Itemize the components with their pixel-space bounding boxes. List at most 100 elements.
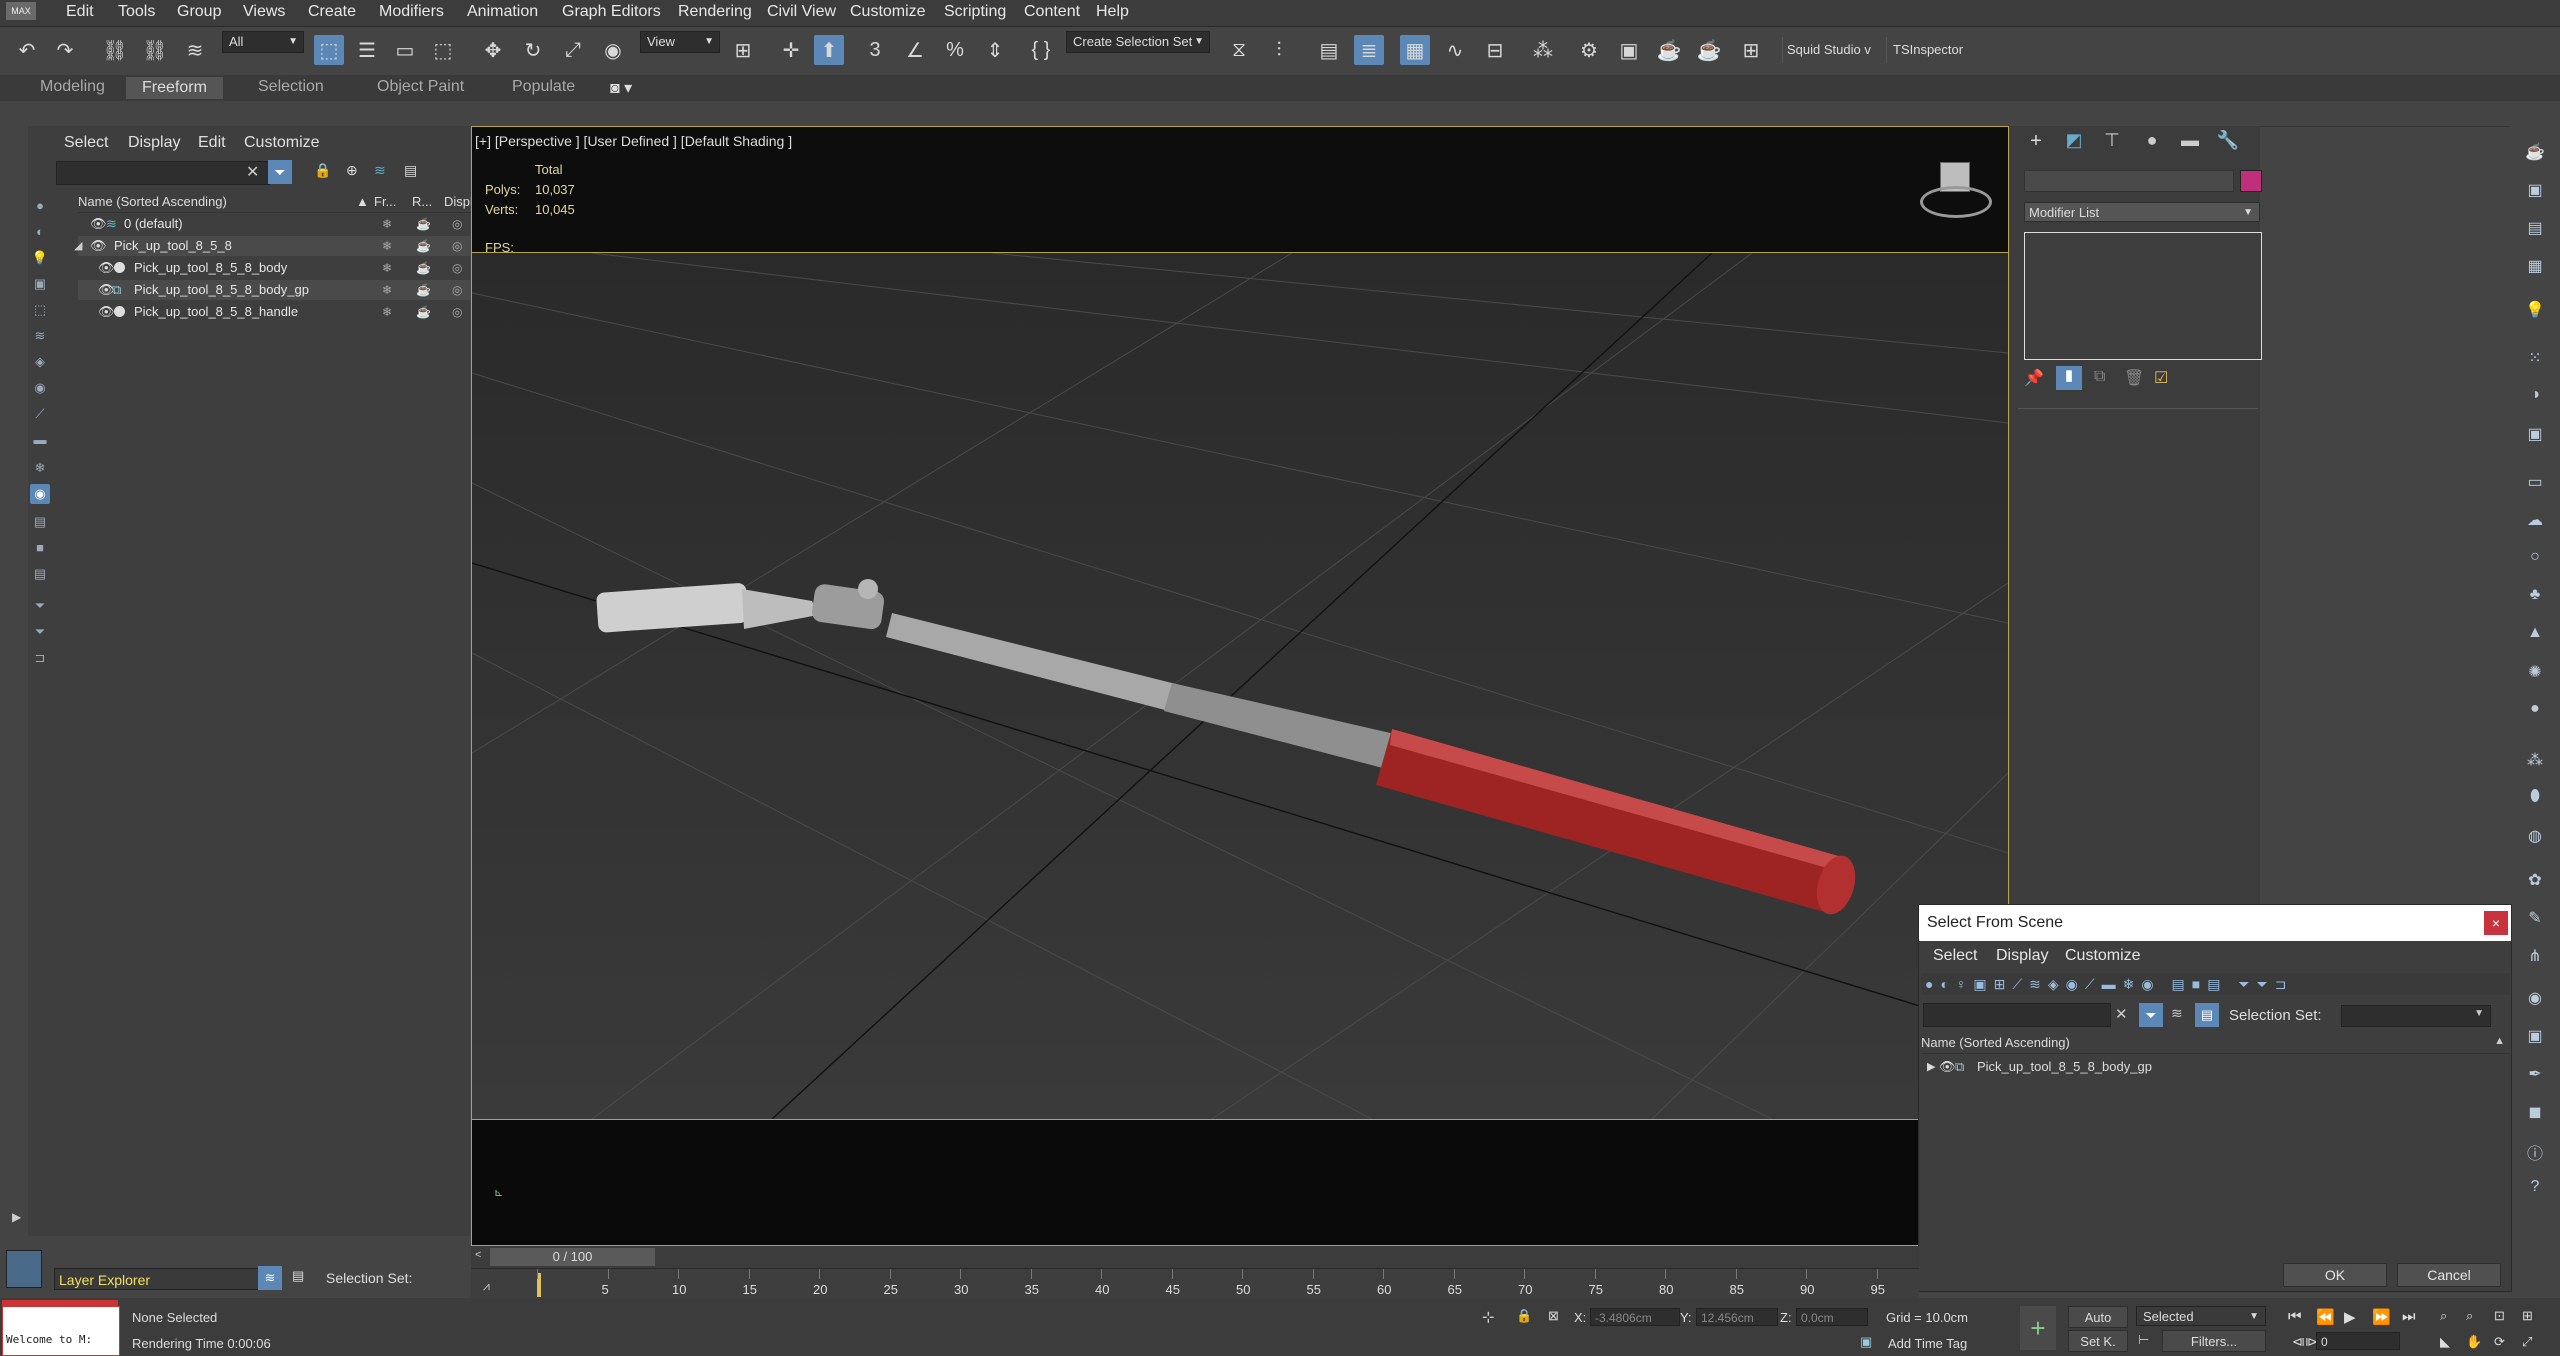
pan-icon[interactable]: ✋ [2466, 1334, 2482, 1350]
table-row[interactable]: ◢ 👁 Pick_up_tool_8_5_8 ❄ ☕ ◎ [74, 236, 488, 256]
sheet-icon[interactable]: ▤ [2524, 218, 2546, 240]
pin-stack-icon[interactable]: 📌 [2024, 368, 2044, 388]
menu-civil-view[interactable]: Civil View [767, 3, 836, 21]
add-time-tag[interactable]: Add Time Tag [1888, 1336, 1967, 1351]
viewport-layout-icon[interactable] [6, 1250, 42, 1288]
object-color-swatch[interactable] [2240, 170, 2262, 192]
sphere-icon[interactable]: ○ [2524, 548, 2546, 570]
modifier-stack[interactable] [2024, 232, 2262, 360]
zoom-all-icon[interactable]: ⌕ [2466, 1308, 2473, 1324]
tab-freeform[interactable]: Freeform [126, 77, 223, 99]
rectangular-selection-icon[interactable]: ▭ [390, 35, 420, 65]
tab-selection[interactable]: Selection [258, 78, 324, 96]
expand-arrow-icon[interactable]: ▶ [12, 1210, 21, 1224]
undo-icon[interactable]: ↶ [12, 35, 42, 65]
show-end-result-icon[interactable]: ▮ [2056, 366, 2082, 390]
utilities-tab-icon[interactable]: 🔧 [2214, 130, 2242, 158]
named-selection-dropdown[interactable]: Create Selection Set ▼ [1066, 31, 1210, 53]
current-frame-field[interactable]: 0 [2316, 1332, 2400, 1350]
freeze-icon[interactable]: ❄ [382, 280, 392, 300]
schematic-view-icon[interactable]: ⊟ [1480, 35, 1510, 65]
orbit-icon[interactable]: ⟳ [2494, 1334, 2505, 1350]
go-to-start-icon[interactable]: ⏮ [2288, 1308, 2302, 1325]
paint-icon[interactable]: ✎ [2524, 908, 2546, 930]
render-teapot-icon[interactable]: ☕ [416, 258, 431, 278]
filter-containers-icon[interactable]: ▬ [30, 430, 50, 450]
scatter-icon[interactable]: ⁙ [2524, 348, 2546, 370]
dialog-clear-search-icon[interactable]: ✕ [2115, 1005, 2128, 1023]
dialog-selection-set-dropdown[interactable]: ▼ [2341, 1005, 2491, 1027]
go-to-end-icon[interactable]: ⏭ [2402, 1308, 2416, 1325]
filter-space-warps-icon[interactable]: ≋ [30, 326, 50, 346]
mirror-icon[interactable]: ⧖ [1224, 35, 1254, 65]
track-bar[interactable]: ⩘ 5 10 15 20 25 30 35 40 45 50 55 60 65 70 75 80 85 90 95 [471, 1268, 1919, 1299]
visibility-eye-icon[interactable]: 👁 [98, 302, 115, 322]
column-render[interactable]: R... [412, 194, 432, 209]
column-frozen[interactable]: Fr... [374, 194, 396, 209]
menu-edit[interactable]: Edit [66, 3, 94, 21]
display-icon[interactable]: ◎ [452, 214, 462, 234]
edit-named-selection-icon[interactable]: { } [1026, 35, 1056, 65]
filter-lights-icon[interactable]: 💡 [30, 248, 50, 268]
table-row[interactable]: 👁 Pick_up_tool_8_5_8_handle ❄ ☕ ◎ [78, 302, 488, 322]
teapot-icon[interactable]: ☕ [2524, 142, 2546, 164]
clear-search-icon[interactable]: ✕ [246, 162, 259, 182]
modify-tab-icon[interactable]: ◩ [2060, 130, 2088, 158]
display-icon[interactable]: ◎ [452, 236, 462, 256]
freeze-icon[interactable]: ❄ [382, 302, 392, 322]
link-icon[interactable]: ⛓ [100, 35, 130, 65]
motion-tab-icon[interactable]: ● [2138, 130, 2166, 158]
object-name-field[interactable] [2024, 170, 2234, 192]
toggle-ribbon-icon[interactable]: ▦ [1400, 35, 1430, 65]
tsinspector-button[interactable]: TSInspector [1886, 37, 1973, 63]
help-icon[interactable]: ? [2524, 1178, 2546, 1200]
key-mode-icon[interactable]: ⧏⧐ [2292, 1334, 2318, 1350]
render-teapot-icon[interactable]: ☕ [416, 280, 431, 300]
curve-editor-mini-icon[interactable]: ⩘ [483, 1279, 490, 1294]
viewport-label[interactable]: [+] [Perspective ] [User Defined ] [Defa… [475, 133, 792, 149]
layers-icon[interactable]: ≋ [374, 162, 386, 179]
set-key-button[interactable]: Set K. [2068, 1330, 2128, 1352]
dropper-icon[interactable]: ✒ [2524, 1064, 2546, 1086]
filter-hidden-icon[interactable]: ◉ [30, 484, 50, 504]
key-selection-dropdown[interactable]: Selected ▼ [2136, 1306, 2266, 1326]
filter-groups-icon[interactable]: ◈ [30, 352, 50, 372]
rendered-frame-window-icon[interactable]: ▣ [1614, 35, 1644, 65]
filter-funnel-2-icon[interactable]: ⏷ [30, 622, 50, 642]
curve-editor-icon[interactable]: ∿ [1440, 35, 1470, 65]
globe-icon[interactable]: ● [2524, 700, 2546, 722]
explorer-menu-display[interactable]: Display [128, 134, 180, 152]
dialog-close-button[interactable]: × [2484, 911, 2508, 935]
render-teapot-icon[interactable]: ☕ [416, 302, 431, 322]
hierarchy-tab-icon[interactable]: ⊤ [2098, 130, 2126, 158]
visibility-eye-icon[interactable]: 👁 [98, 258, 115, 278]
media-icon[interactable]: ▣ [2524, 424, 2546, 446]
play-icon[interactable]: ▶ [2344, 1308, 2356, 1326]
pivot-center-icon[interactable]: ⊞ [728, 35, 758, 65]
cloud-icon[interactable]: ☁ [2524, 510, 2546, 532]
visibility-eye-icon[interactable]: 👁 [90, 214, 107, 234]
menu-group[interactable]: Group [177, 3, 221, 21]
remove-modifier-icon[interactable]: 🗑 [2124, 368, 2144, 388]
filter-xrefs-icon[interactable]: ◉ [30, 378, 50, 398]
table-row[interactable]: 👁 ≋ 0 (default) ❄ ☕ ◎ [78, 214, 488, 234]
zoom-extents-icon[interactable]: ⊡ [2494, 1308, 2505, 1324]
filter-cameras-icon[interactable]: ▣ [30, 274, 50, 294]
material-editor-icon[interactable]: ⁂ [1528, 35, 1558, 65]
field-of-view-icon[interactable]: ◣ [2440, 1334, 2450, 1350]
render-setup-icon[interactable]: ⚙ [1574, 35, 1604, 65]
select-manipulate-icon[interactable]: ✛ [776, 35, 806, 65]
table-row[interactable]: 👁 Pick_up_tool_8_5_8_body ❄ ☕ ◎ [78, 258, 488, 278]
particles-icon[interactable]: ⁂ [2524, 750, 2546, 772]
squid-studio-button[interactable]: Squid Studio v [1782, 37, 1879, 63]
redo-icon[interactable]: ↷ [50, 35, 80, 65]
table-row[interactable]: 👁 ⧉ Pick_up_tool_8_5_8_body_gp ❄ ☕ ◎ [78, 280, 488, 300]
set-key-plus-icon[interactable]: + [2020, 1306, 2056, 1350]
time-tag-icon[interactable]: ▣ [1860, 1334, 1872, 1350]
menu-customize[interactable]: Customize [850, 3, 926, 21]
display-icon[interactable]: ◎ [452, 280, 462, 300]
create-tab-icon[interactable]: + [2022, 130, 2050, 158]
filter-icon[interactable]: ⏷ [268, 160, 292, 184]
previous-frame-arrow-icon[interactable]: < [475, 1249, 481, 1261]
dialog-menu-customize[interactable]: Customize [2065, 947, 2141, 965]
